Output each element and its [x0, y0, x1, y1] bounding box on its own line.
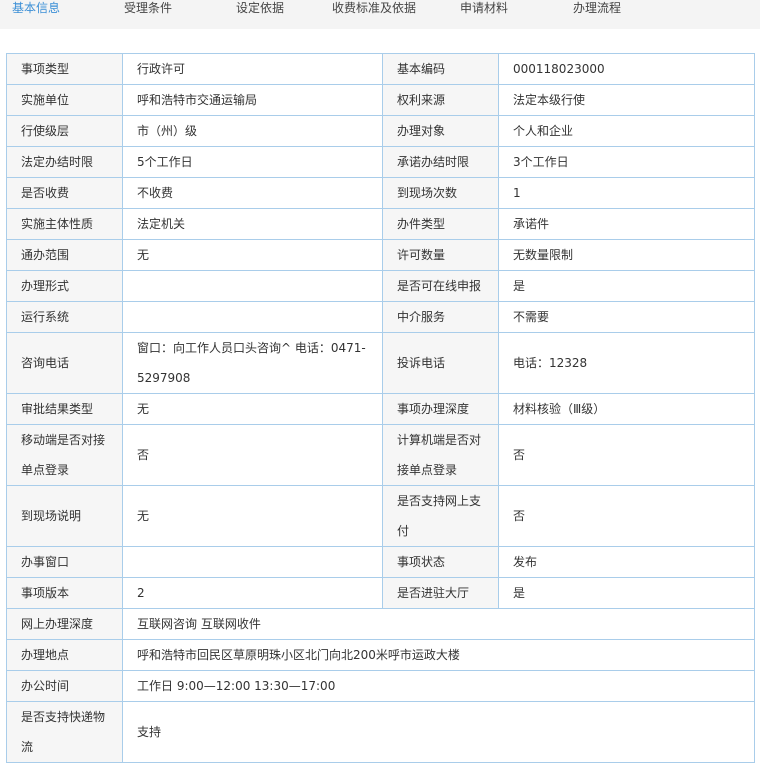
field-label: 权利来源 — [382, 84, 499, 116]
tab-process-flow[interactable]: 办理流程 — [573, 0, 621, 17]
field-label: 许可数量 — [382, 239, 499, 271]
field-label: 法定办结时限 — [6, 146, 123, 178]
field-value: 2 — [122, 577, 383, 609]
field-value: 否 — [498, 424, 755, 486]
field-value: 无 — [122, 485, 383, 547]
field-value: 是 — [498, 270, 755, 302]
field-label: 是否支持快递物流 — [6, 701, 123, 763]
field-value: 无数量限制 — [498, 239, 755, 271]
table-row: 咨询电话 窗口：向工作人员口头咨询^ 电话：0471-5297908 投诉电话 电话：… — [6, 332, 755, 394]
field-label: 投诉电话 — [382, 332, 499, 394]
table-row: 运行系统 中介服务 不需要 — [6, 301, 755, 333]
field-label: 事项办理深度 — [382, 393, 499, 425]
table-row: 法定办结时限 5个工作日 承诺办结时限 3个工作日 — [6, 146, 755, 178]
tab-fee-standards[interactable]: 收费标准及依据 — [332, 0, 416, 17]
field-label: 是否可在线申报 — [382, 270, 499, 302]
tab-bar: 基本信息 受理条件 设定依据 收费标准及依据 申请材料 办理流程 — [0, 0, 760, 29]
field-label: 办件类型 — [382, 208, 499, 240]
field-value: 工作日 9:00—12:00 13:30—17:00 — [122, 670, 755, 702]
field-value: 3个工作日 — [498, 146, 755, 178]
field-label: 基本编码 — [382, 53, 499, 85]
table-row: 办事窗口 事项状态 发布 — [6, 546, 755, 578]
field-label: 咨询电话 — [6, 332, 123, 394]
field-label: 到现场次数 — [382, 177, 499, 209]
field-value: 法定机关 — [122, 208, 383, 240]
table-row: 实施单位 呼和浩特市交通运输局 权利来源 法定本级行使 — [6, 84, 755, 116]
field-value: 个人和企业 — [498, 115, 755, 147]
field-value: 行政许可 — [122, 53, 383, 85]
field-label: 运行系统 — [6, 301, 123, 333]
field-value: 呼和浩特市交通运输局 — [122, 84, 383, 116]
field-label: 办理形式 — [6, 270, 123, 302]
field-value — [122, 301, 383, 333]
table-row: 事项类型 行政许可 基本编码 000118023000 — [6, 53, 755, 85]
field-value: 5个工作日 — [122, 146, 383, 178]
field-value: 窗口：向工作人员口头咨询^ 电话：0471-5297908 — [122, 332, 383, 394]
field-value: 否 — [122, 424, 383, 486]
field-value — [122, 546, 383, 578]
field-value: 无 — [122, 239, 383, 271]
table-row: 移动端是否对接单点登录否计算机端是否对接单点登录否 — [6, 424, 755, 486]
field-label: 办理对象 — [382, 115, 499, 147]
field-value: 电话：12328 — [498, 332, 755, 394]
field-label: 中介服务 — [382, 301, 499, 333]
tab-legal-basis[interactable]: 设定依据 — [236, 0, 284, 17]
table-row: 审批结果类型无事项办理深度 材料核验（Ⅲ级） — [6, 393, 755, 425]
field-value: 材料核验（Ⅲ级） — [498, 393, 755, 425]
tab-basic-info[interactable]: 基本信息 — [12, 0, 60, 17]
field-value: 000118023000 — [498, 53, 755, 85]
field-label: 审批结果类型 — [6, 393, 123, 425]
table-row: 是否支持快递物流 支持 — [6, 701, 755, 763]
field-value: 不需要 — [498, 301, 755, 333]
table-row: 事项版本 2 是否进驻大厅是 — [6, 577, 755, 609]
field-label: 是否收费 — [6, 177, 123, 209]
table-row: 是否收费 不收费 到现场次数 1 — [6, 177, 755, 209]
field-value: 支持 — [122, 701, 755, 763]
field-label: 到现场说明 — [6, 485, 123, 547]
field-value: 是 — [498, 577, 755, 609]
field-value: 发布 — [498, 546, 755, 578]
field-label: 事项类型 — [6, 53, 123, 85]
field-value: 无 — [122, 393, 383, 425]
field-value: 不收费 — [122, 177, 383, 209]
field-label: 通办范围 — [6, 239, 123, 271]
field-label: 实施单位 — [6, 84, 123, 116]
field-label: 移动端是否对接单点登录 — [6, 424, 123, 486]
field-value: 市（州）级 — [122, 115, 383, 147]
field-value: 否 — [498, 485, 755, 547]
field-label: 办公时间 — [6, 670, 123, 702]
table-row: 行使级层 市（州）级 办理对象 个人和企业 — [6, 115, 755, 147]
tab-acceptance-conditions[interactable]: 受理条件 — [124, 0, 172, 17]
field-value — [122, 270, 383, 302]
field-label: 承诺办结时限 — [382, 146, 499, 178]
field-label: 网上办理深度 — [6, 608, 123, 640]
table-row: 网上办理深度 互联网咨询 互联网收件 — [6, 608, 755, 640]
table-row: 通办范围无许可数量 无数量限制 — [6, 239, 755, 271]
field-label: 行使级层 — [6, 115, 123, 147]
field-value: 1 — [498, 177, 755, 209]
field-value: 互联网咨询 互联网收件 — [122, 608, 755, 640]
field-label: 实施主体性质 — [6, 208, 123, 240]
table-row: 办理地点 呼和浩特市回民区草原明珠小区北门向北200米呼市运政大楼 — [6, 639, 755, 671]
table-row: 实施主体性质 法定机关 办件类型 承诺件 — [6, 208, 755, 240]
field-label: 办理地点 — [6, 639, 123, 671]
table-row: 办公时间 工作日 9:00—12:00 13:30—17:00 — [6, 670, 755, 702]
field-label: 事项版本 — [6, 577, 123, 609]
table-row: 到现场说明无是否支持网上支付否 — [6, 485, 755, 547]
info-table: 事项类型 行政许可 基本编码 000118023000 实施单位 呼和浩特市交通运输局 权利… — [6, 53, 755, 763]
field-label: 办事窗口 — [6, 546, 123, 578]
field-label: 是否进驻大厅 — [382, 577, 499, 609]
field-label: 事项状态 — [382, 546, 499, 578]
field-value: 呼和浩特市回民区草原明珠小区北门向北200米呼市运政大楼 — [122, 639, 755, 671]
tab-application-materials[interactable]: 申请材料 — [460, 0, 508, 17]
table-row: 办理形式 是否可在线申报是 — [6, 270, 755, 302]
field-label: 是否支持网上支付 — [382, 485, 499, 547]
field-value: 法定本级行使 — [498, 84, 755, 116]
field-value: 承诺件 — [498, 208, 755, 240]
field-label: 计算机端是否对接单点登录 — [382, 424, 499, 486]
